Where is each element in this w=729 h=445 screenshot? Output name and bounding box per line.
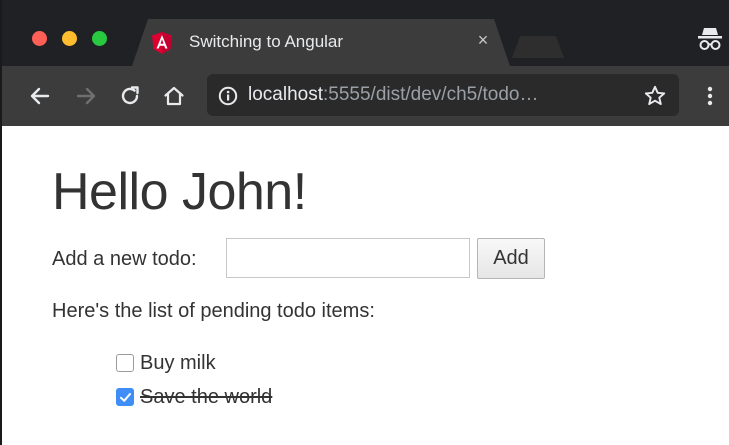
todo-checkbox-checked[interactable] [116, 388, 134, 406]
list-heading: Here's the list of pending todo items: [52, 300, 375, 322]
window-close-button[interactable] [32, 31, 47, 46]
add-todo-label: Add a new todo: [52, 248, 197, 270]
tab-close-icon[interactable]: × [474, 31, 492, 49]
todo-label: Buy milk [140, 351, 216, 374]
todo-input[interactable] [226, 238, 470, 278]
reload-icon[interactable] [118, 84, 142, 108]
back-arrow-icon[interactable] [28, 84, 52, 108]
window-zoom-button[interactable] [92, 31, 107, 46]
angular-icon [152, 32, 172, 54]
url-text[interactable]: localhost:5555/dist/dev/ch5/todo… [248, 84, 538, 106]
tab-title: Switching to Angular [189, 32, 344, 51]
bookmark-star-icon[interactable] [643, 84, 667, 108]
todo-label-completed: Save the world [140, 385, 273, 408]
incognito-icon [698, 28, 722, 50]
url-path: :5555/dist/dev/ch5/todo… [323, 84, 539, 105]
page-title: Hello John! [52, 163, 307, 221]
todo-list: Buy milk Save the world [116, 346, 272, 414]
add-button[interactable]: Add [477, 238, 545, 279]
todo-checkbox[interactable] [116, 354, 134, 372]
url-host: localhost [248, 84, 323, 105]
new-tab-button[interactable] [512, 36, 564, 58]
home-icon[interactable] [162, 84, 186, 108]
more-menu-icon[interactable] [704, 84, 716, 108]
forward-arrow-icon[interactable] [74, 84, 98, 108]
window-minimize-button[interactable] [62, 31, 77, 46]
browser-window: Switching to Angular × localhost:5555/di… [0, 0, 729, 445]
todo-item: Buy milk [116, 346, 272, 380]
checkmark-icon [119, 392, 131, 402]
info-icon[interactable] [218, 86, 238, 106]
todo-item: Save the world [116, 380, 272, 414]
